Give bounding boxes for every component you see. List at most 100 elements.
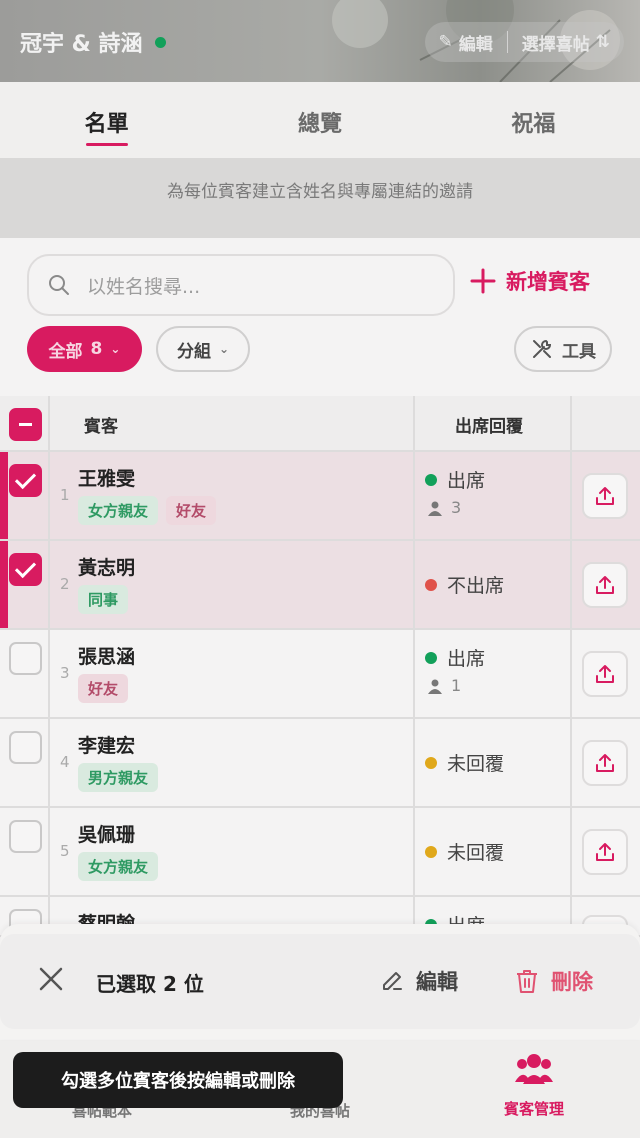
rsvp-status: 不出席 bbox=[425, 571, 504, 598]
row-checkbox[interactable] bbox=[9, 642, 42, 675]
guest-tag: 同事 bbox=[78, 585, 129, 614]
share-button[interactable] bbox=[582, 740, 628, 786]
divider bbox=[413, 452, 415, 539]
divider bbox=[570, 541, 572, 628]
edit-icon bbox=[383, 972, 402, 990]
bulk-delete-label: 刪除 bbox=[551, 970, 593, 994]
status-dot bbox=[425, 473, 437, 486]
search-icon bbox=[49, 275, 69, 295]
tag-list: 女方親友 好友 bbox=[78, 496, 217, 525]
guest-name: 張思涵 bbox=[78, 646, 136, 668]
party-count: 1 bbox=[451, 676, 462, 695]
column-rsvp: 出席回覆 bbox=[455, 417, 523, 437]
divider bbox=[48, 630, 50, 717]
guest-name: 吳佩珊 bbox=[78, 824, 136, 846]
info-banner: 為每位賓客建立含姓名與專屬連結的邀請 bbox=[0, 158, 640, 238]
guest-tag: 女方親友 bbox=[78, 496, 159, 525]
guest-tag: 女方親友 bbox=[78, 852, 159, 881]
divider bbox=[48, 541, 50, 628]
share-button[interactable] bbox=[582, 562, 628, 608]
nav-guest-management[interactable]: 賓客管理 bbox=[454, 1098, 614, 1119]
divider bbox=[48, 719, 50, 806]
tools-button[interactable]: 工具 bbox=[514, 326, 612, 372]
trash-icon bbox=[517, 970, 537, 993]
share-button[interactable] bbox=[582, 473, 628, 519]
row-checkbox[interactable] bbox=[9, 464, 42, 497]
status-dot bbox=[425, 578, 437, 591]
rsvp-status: 出席 bbox=[425, 466, 485, 493]
row-number: 2 bbox=[60, 575, 70, 593]
search-placeholder: 以姓名搜尋... bbox=[87, 275, 201, 298]
table-row[interactable]: 3 張思涵 好友 出席 1 bbox=[0, 630, 640, 719]
select-all-checkbox[interactable] bbox=[9, 408, 42, 441]
column-guest: 賓客 bbox=[84, 417, 118, 437]
party-count: 3 bbox=[451, 498, 462, 517]
person-icon bbox=[428, 679, 442, 694]
swap-icon: ⇅ bbox=[595, 32, 610, 52]
add-guest-button[interactable]: 新增賓客 bbox=[470, 266, 590, 296]
couple-title: 冠宇 & 詩涵 bbox=[20, 26, 166, 58]
rsvp-label: 不出席 bbox=[447, 575, 505, 597]
divider bbox=[413, 541, 415, 628]
divider bbox=[570, 719, 572, 806]
bulk-edit-button[interactable]: 編輯 bbox=[380, 966, 458, 996]
select-invitation-button[interactable]: 選擇喜帖 ⇅ bbox=[522, 30, 610, 55]
row-checkbox[interactable] bbox=[9, 820, 42, 853]
couple-name: 冠宇 & 詩涵 bbox=[20, 32, 143, 57]
party-size: 1 bbox=[427, 676, 461, 695]
upload-icon bbox=[596, 487, 614, 505]
tab-blessings[interactable]: 祝福 bbox=[427, 82, 640, 158]
status-dot bbox=[425, 756, 437, 769]
share-button[interactable] bbox=[582, 829, 628, 875]
upload-icon bbox=[596, 754, 614, 772]
guest-tag: 好友 bbox=[166, 496, 217, 525]
close-icon[interactable] bbox=[38, 966, 64, 992]
rsvp-label: 未回覆 bbox=[447, 842, 505, 864]
tab-list[interactable]: 名單 bbox=[0, 82, 213, 158]
chevron-down-icon: ⌄ bbox=[218, 342, 230, 356]
row-checkbox[interactable] bbox=[9, 731, 42, 764]
status-dot bbox=[425, 651, 437, 664]
share-button[interactable] bbox=[582, 651, 628, 697]
header-edit-button[interactable]: ✎ 編輯 bbox=[439, 30, 493, 55]
guest-tag: 好友 bbox=[78, 674, 129, 703]
rsvp-label: 出席 bbox=[447, 648, 486, 670]
divider bbox=[570, 630, 572, 717]
guest-name: 王雅雯 bbox=[78, 468, 136, 490]
divider bbox=[413, 719, 415, 806]
upload-icon bbox=[596, 576, 614, 594]
divider bbox=[570, 808, 572, 895]
table-header: 賓客 出席回覆 bbox=[0, 396, 640, 452]
row-checkbox[interactable] bbox=[9, 553, 42, 586]
guest-name: 黃志明 bbox=[78, 557, 136, 579]
rsvp-label: 未回覆 bbox=[447, 753, 505, 775]
tab-overview[interactable]: 總覽 bbox=[213, 82, 426, 158]
row-number: 5 bbox=[60, 842, 70, 860]
group-filter-chip[interactable]: 分組 ⌄ bbox=[156, 326, 250, 372]
filter-all-count: 8 bbox=[90, 339, 103, 359]
divider bbox=[570, 452, 572, 539]
divider bbox=[48, 808, 50, 895]
tag-list: 男方親友 bbox=[78, 763, 159, 792]
divider bbox=[413, 808, 415, 895]
guest-tag: 男方親友 bbox=[78, 763, 159, 792]
filter-all-chip[interactable]: 全部 8 ⌄ bbox=[27, 326, 142, 372]
divider bbox=[413, 396, 415, 450]
plus-icon bbox=[470, 268, 496, 294]
rsvp-label: 出席 bbox=[447, 470, 486, 492]
group-filter-label: 分組 bbox=[176, 341, 211, 362]
table-row[interactable]: 4 李建宏 男方親友 未回覆 bbox=[0, 719, 640, 808]
pencil-icon: ✎ bbox=[438, 32, 453, 52]
table-row[interactable]: 5 吳佩珊女方親友 未回覆 bbox=[0, 808, 640, 897]
table-row[interactable]: 1 王雅雯 女方親友 好友 出席 3 bbox=[0, 452, 640, 541]
tag-list: 同事 bbox=[78, 585, 129, 614]
app-header: 冠宇 & 詩涵 ✎ 編輯 選擇喜帖 ⇅ bbox=[0, 0, 640, 82]
search-input[interactable]: 以姓名搜尋... bbox=[27, 254, 455, 316]
tooltip-toast: 勾選多位賓客後按編輯或刪除 bbox=[13, 1052, 343, 1108]
filter-all-label: 全部 bbox=[48, 341, 83, 362]
table-row[interactable]: 2 黃志明同事 不出席 bbox=[0, 541, 640, 630]
select-invitation-label: 選擇喜帖 bbox=[521, 34, 590, 55]
tag-list: 女方親友 bbox=[78, 852, 159, 881]
bulk-delete-button[interactable]: 刪除 bbox=[515, 966, 593, 996]
tools-icon bbox=[533, 339, 552, 358]
